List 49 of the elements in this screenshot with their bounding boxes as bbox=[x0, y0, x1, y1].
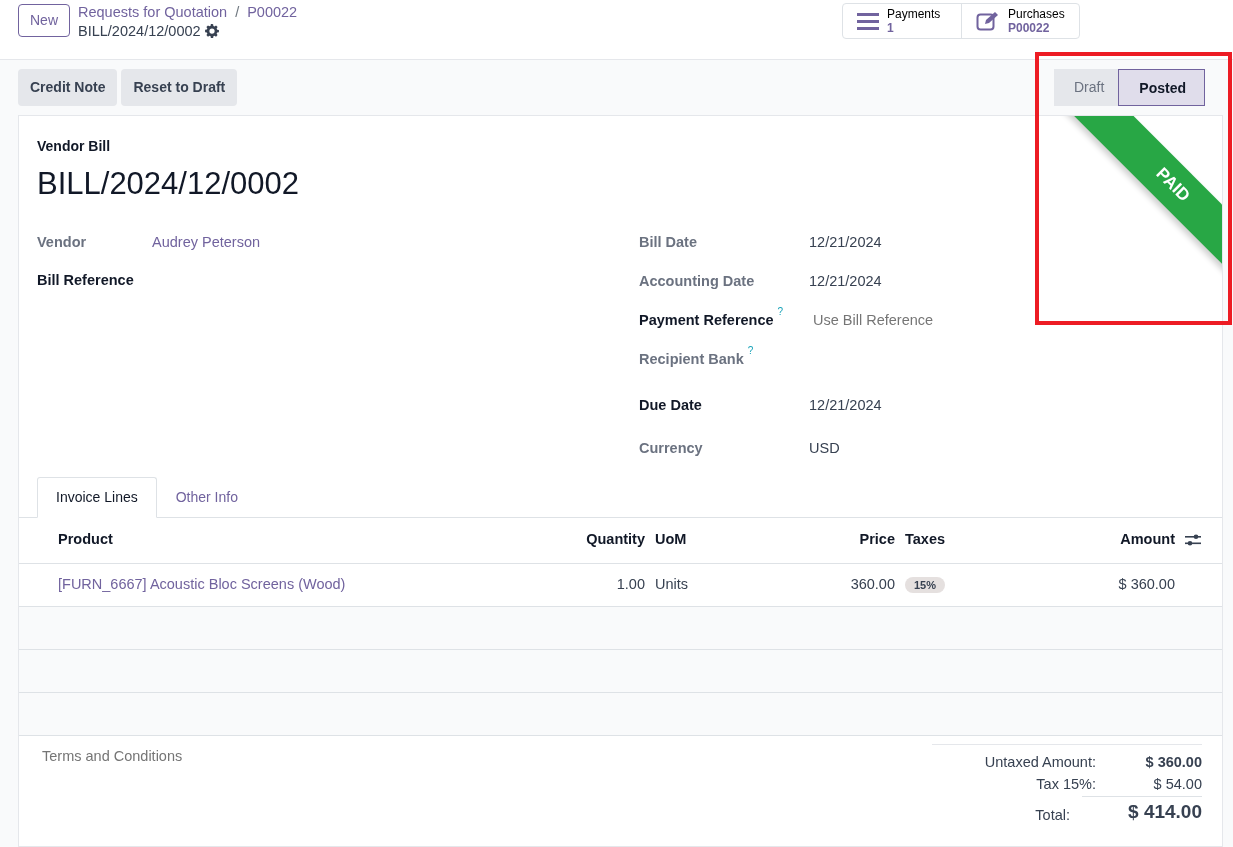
smart-button[interactable]: Purchases P00022 bbox=[961, 4, 1079, 38]
status-stage[interactable]: Posted bbox=[1118, 69, 1205, 106]
action-button[interactable]: Reset to Draft bbox=[121, 69, 238, 106]
column-header[interactable]: Price bbox=[859, 531, 895, 548]
field-value: USD bbox=[809, 438, 840, 458]
action-button[interactable]: Credit Note bbox=[18, 69, 118, 106]
total-value: $ 360.00 bbox=[1144, 753, 1202, 772]
column-header[interactable]: Quantity bbox=[586, 531, 645, 548]
breadcrumb-link[interactable]: Requests for Quotation bbox=[78, 3, 228, 22]
column-header[interactable]: Amount bbox=[1120, 531, 1175, 548]
field-value: 12/21/2024 bbox=[809, 232, 882, 252]
table-cell: $ 360.00 bbox=[1118, 576, 1175, 593]
column-header[interactable]: Product bbox=[58, 531, 113, 548]
field-label: Currency bbox=[639, 438, 703, 458]
total-value: $ 54.00 bbox=[1152, 775, 1202, 795]
tab[interactable]: Invoice Lines bbox=[37, 476, 157, 518]
list-icon bbox=[857, 12, 879, 31]
table-cell: Units bbox=[655, 576, 689, 593]
field-value[interactable]: Audrey Peterson bbox=[152, 231, 260, 254]
field-label: Recipient Bank bbox=[639, 349, 744, 369]
total-label: Tax 15%: bbox=[1036, 775, 1096, 795]
field-label: Payment Reference bbox=[639, 310, 774, 330]
record-name: BILL/2024/12/0002 bbox=[78, 21, 201, 41]
field-label: Accounting Date bbox=[639, 271, 755, 291]
document-title: BILL/2024/12/0002 bbox=[37, 165, 300, 203]
field-value: 12/21/2024 bbox=[809, 395, 882, 415]
tab[interactable]: Other Info bbox=[156, 476, 257, 518]
document-type: Vendor Bill bbox=[37, 137, 112, 156]
edit-icon bbox=[976, 11, 1000, 32]
status-stage[interactable]: Draft bbox=[1053, 69, 1119, 106]
total-label: Total: bbox=[1035, 805, 1070, 825]
new-button[interactable]: New bbox=[18, 4, 70, 37]
column-header[interactable]: Taxes bbox=[905, 531, 946, 548]
total-label: Untaxed Amount: bbox=[984, 753, 1096, 772]
gear-icon[interactable] bbox=[204, 24, 219, 39]
table-cell: 1.00 bbox=[616, 576, 645, 593]
field-label: Bill Reference bbox=[37, 270, 135, 290]
smart-button[interactable]: Payments 1 bbox=[843, 4, 961, 38]
field-value: 12/21/2024 bbox=[809, 271, 882, 291]
tax-tag: 15% bbox=[905, 577, 946, 594]
field-label: Bill Date bbox=[639, 232, 697, 252]
breadcrumb-link[interactable]: P00022 bbox=[247, 3, 298, 22]
breadcrumb-separator: / bbox=[235, 3, 240, 22]
total-value: $ 414.00 bbox=[1082, 795, 1202, 827]
table-cell: [FURN_6667] Acoustic Bloc Screens (Wood) bbox=[58, 576, 346, 593]
field-label: Vendor bbox=[37, 232, 88, 252]
column-header[interactable]: UoM bbox=[655, 531, 687, 548]
table-cell: 360.00 bbox=[850, 576, 895, 593]
field-label: Due Date bbox=[639, 395, 702, 415]
